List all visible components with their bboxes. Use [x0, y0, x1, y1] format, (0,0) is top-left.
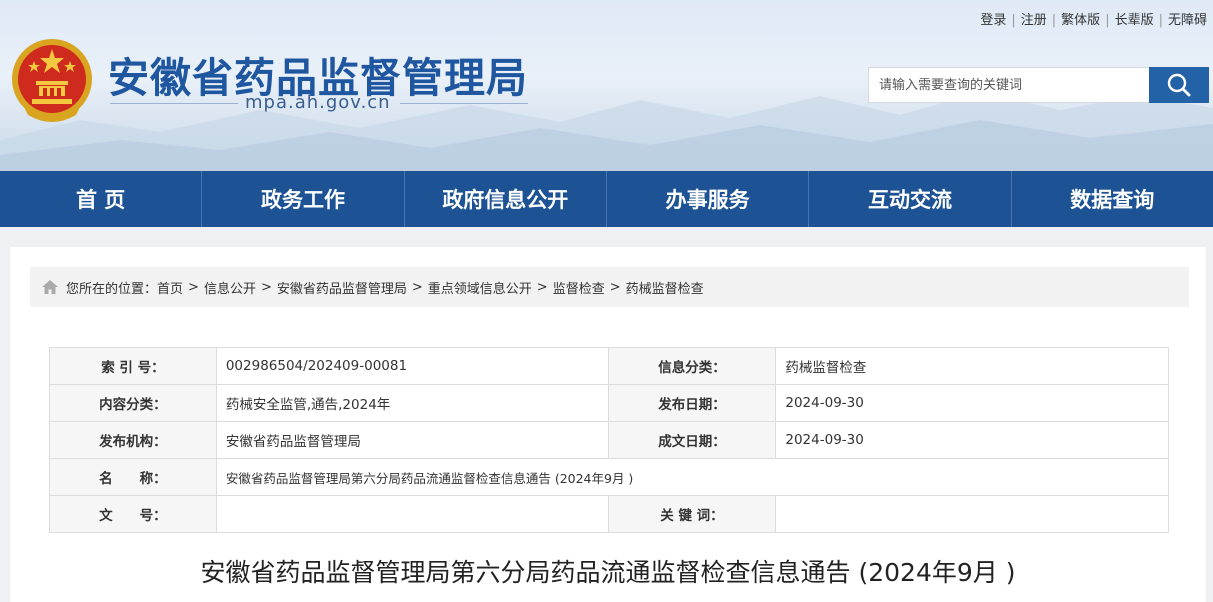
breadcrumb-prefix: 您所在的位置： [66, 281, 158, 297]
site-url: mpa.ah.gov.cn [245, 92, 391, 113]
table-row: 索 引 号： 002986504/202409-00081 信息分类： 药械监督… [49, 347, 1169, 385]
accessibility-link[interactable]: 无障碍 [1168, 13, 1207, 28]
doc-number-label: 文 号： [49, 495, 217, 533]
login-link[interactable]: 登录 [980, 13, 1006, 28]
divider: | [1051, 13, 1057, 28]
nav-item-government-affairs[interactable]: 政务工作 [202, 171, 405, 227]
breadcrumb-info-disclosure[interactable]: 信息公开 [204, 278, 256, 297]
home-icon [42, 280, 58, 294]
category-label: 信息分类： [607, 347, 777, 385]
breadcrumb-separator: > [609, 279, 621, 295]
divider: | [1158, 13, 1163, 28]
breadcrumb-bureau[interactable]: 安徽省药品监督管理局 [277, 278, 407, 297]
breadcrumb: 您所在的位置： 首页 > 信息公开 > 安徽省药品监督管理局 > 重点领域信息公… [30, 267, 1189, 307]
breadcrumb-separator: > [536, 279, 548, 295]
divider [110, 103, 238, 104]
category-value: 药械监督检查 [775, 347, 1169, 385]
elder-version-link[interactable]: 长辈版 [1115, 13, 1154, 28]
nav-item-information-disclosure[interactable]: 政府信息公开 [405, 171, 607, 227]
keywords-value [775, 495, 1169, 533]
content-type-label: 内容分类： [49, 384, 217, 422]
article-title: 安徽省药品监督管理局第六分局药品流通监督检查信息通告 (2024年9月 ) [200, 558, 1016, 587]
search-button[interactable] [1149, 67, 1209, 103]
divider: | [1011, 13, 1016, 28]
name-label: 名 称： [49, 458, 217, 496]
breadcrumb-drug-device-supervision[interactable]: 药械监督检查 [626, 278, 704, 297]
divider: | [1105, 13, 1110, 28]
breadcrumb-separator: > [188, 279, 199, 295]
breadcrumb-supervision[interactable]: 监督检查 [553, 278, 605, 297]
content-type-value: 药械安全监管,通告,2024年 [215, 384, 609, 422]
nav-item-data-query[interactable]: 数据查询 [1012, 171, 1213, 227]
search-input[interactable] [868, 67, 1149, 103]
publish-date-value: 2024-09-30 [775, 384, 1169, 422]
traditional-chinese-link[interactable]: 繁体版 [1061, 13, 1100, 28]
publish-date-label: 发布日期： [607, 384, 777, 422]
document-meta-table: 索 引 号： 002986504/202409-00081 信息分类： 药械监督… [49, 347, 1170, 533]
table-row: 文 号： 关 键 词： [49, 495, 1169, 533]
search-box [868, 67, 1209, 103]
table-row: 发布机构： 安徽省药品监督管理局 成文日期： 2024-09-30 [49, 421, 1169, 459]
nav-item-home[interactable]: 首 页 [0, 171, 203, 227]
divider [400, 103, 528, 104]
search-icon [1167, 73, 1191, 97]
site-header: 登录 | 注册 | 繁体版 | 长辈版 | 无障碍 安徽省药品监督管理局 mpa.ah.gov.… [0, 0, 1213, 171]
doc-number-value [215, 495, 609, 533]
nav-item-services[interactable]: 办事服务 [607, 171, 810, 227]
publisher-label: 发布机构： [49, 421, 217, 459]
top-links: 登录 | 注册 | 繁体版 | 长辈版 | 无障碍 [980, 9, 1207, 28]
index-value: 002986504/202409-00081 [215, 347, 609, 385]
table-row: 名 称： 安徽省药品监督管理局第六分局药品流通监督检查信息通告 (2024年9月… [49, 458, 1170, 496]
national-emblem-icon[interactable] [10, 37, 94, 123]
breadcrumb-separator: > [411, 279, 423, 295]
breadcrumb-home[interactable]: 首页 [157, 278, 183, 297]
written-date-label: 成文日期： [607, 421, 777, 459]
written-date-value: 2024-09-30 [775, 421, 1169, 459]
main-nav: 首 页 政务工作 政府信息公开 办事服务 互动交流 数据查询 [0, 171, 1213, 227]
nav-item-interaction[interactable]: 互动交流 [809, 171, 1012, 227]
breadcrumb-key-areas[interactable]: 重点领域信息公开 [428, 278, 532, 297]
main-content: 您所在的位置： 首页 > 信息公开 > 安徽省药品监督管理局 > 重点领域信息公… [10, 247, 1206, 602]
table-row: 内容分类： 药械安全监管,通告,2024年 发布日期： 2024-09-30 [49, 384, 1169, 422]
keywords-label: 关 键 词： [607, 495, 777, 533]
publisher-value: 安徽省药品监督管理局 [215, 421, 609, 459]
index-label: 索 引 号： [49, 347, 217, 385]
register-link[interactable]: 注册 [1021, 13, 1047, 28]
breadcrumb-separator: > [260, 279, 272, 295]
name-value: 安徽省药品监督管理局第六分局药品流通监督检查信息通告 (2024年9月 ) [215, 458, 1170, 496]
